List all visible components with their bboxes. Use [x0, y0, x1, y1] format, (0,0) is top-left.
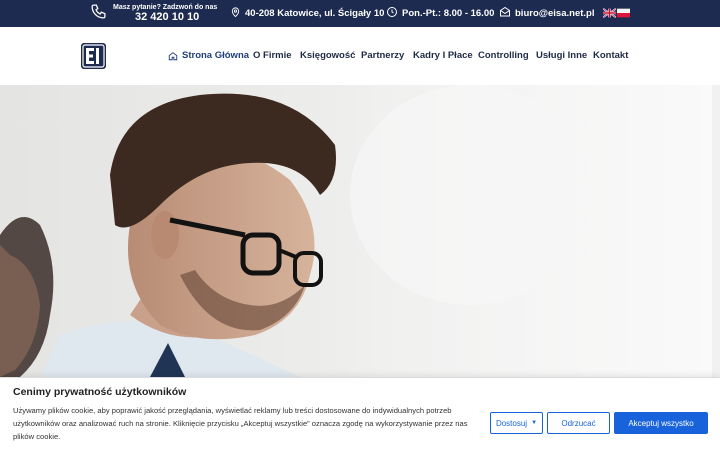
phone-icon — [90, 3, 107, 25]
phone-question: Masz pytanie? Zadzwoń do nas — [113, 4, 218, 11]
phone-number[interactable]: 32 420 10 10 — [135, 12, 217, 23]
nav-controlling[interactable]: Controlling — [478, 50, 529, 61]
customize-button[interactable]: Dostosuj ▼ — [490, 412, 543, 434]
location-pin-icon — [230, 5, 241, 23]
address-info: 40-208 Katowice, ul. Ścigały 10 — [230, 0, 384, 27]
hours-info: Pon.-Pt.: 8.00 - 16.00 — [386, 0, 494, 27]
nav-uslugi-inne[interactable]: Usługi Inne — [536, 50, 587, 61]
language-switcher — [603, 8, 630, 18]
nav-ksiegowosc[interactable]: Księgowość — [300, 50, 355, 61]
reject-button[interactable]: Odrzucać — [547, 412, 610, 434]
english-flag-icon[interactable] — [603, 8, 616, 18]
phone-contact[interactable]: Masz pytanie? Zadzwoń do nas 32 420 10 1… — [90, 0, 217, 27]
cookie-title: Cenimy prywatność użytkowników — [13, 386, 187, 398]
customize-label: Dostosuj — [495, 418, 528, 428]
caret-down-icon: ▼ — [531, 420, 538, 426]
nav-o-firmie[interactable]: O Firmie — [253, 50, 292, 61]
page-scrollbar[interactable] — [712, 85, 720, 377]
nav-kontakt[interactable]: Kontakt — [593, 50, 628, 61]
top-contact-bar: Masz pytanie? Zadzwoń do nas 32 420 10 1… — [0, 0, 720, 27]
envelope-icon — [499, 5, 511, 23]
main-navigation: Strona Główna O Firmie Księgowość Partne… — [0, 27, 720, 85]
cookie-description: Używamy plików cookie, aby poprawić jako… — [13, 406, 468, 441]
email-text[interactable]: biuro@eisa.net.pl — [515, 8, 594, 19]
accept-all-button[interactable]: Akceptuj wszystko — [614, 412, 708, 434]
polish-flag-icon[interactable] — [617, 8, 630, 18]
site-header: Strona Główna O Firmie Księgowość Partne… — [0, 27, 720, 85]
clock-icon — [386, 5, 398, 23]
cookie-consent-banner: Cenimy prywatność użytkowników Używamy p… — [0, 377, 720, 450]
home-icon — [168, 51, 178, 60]
email-contact[interactable]: biuro@eisa.net.pl — [499, 0, 594, 27]
nav-partnerzy[interactable]: Partnerzy — [361, 50, 404, 61]
address-text: 40-208 Katowice, ul. Ścigały 10 — [245, 8, 385, 19]
nav-kadry-i-place[interactable]: Kadry I Płace — [413, 50, 473, 61]
nav-home[interactable]: Strona Główna — [168, 50, 249, 61]
hero-image — [0, 85, 712, 377]
hours-text: Pon.-Pt.: 8.00 - 16.00 — [402, 8, 495, 19]
hero-photo-man-with-glasses — [0, 85, 712, 377]
nav-home-label: Strona Główna — [182, 50, 250, 61]
